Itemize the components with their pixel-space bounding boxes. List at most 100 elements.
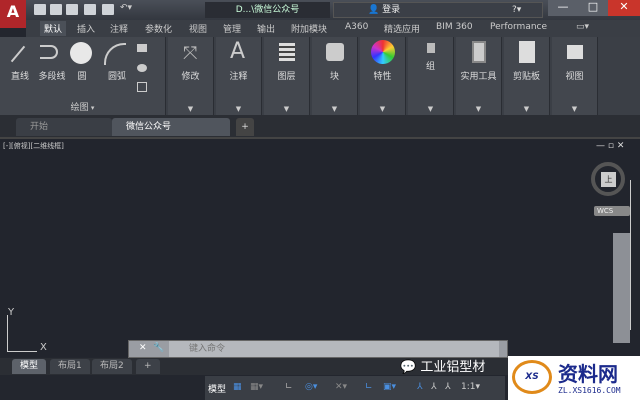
panel-clipboard[interactable]: 剪贴板 ▼ [504,37,550,115]
tab-layout2[interactable]: 布局2 [92,359,132,374]
scale-dropdown[interactable]: 1:1▾ [461,382,480,392]
tab-featured-apps[interactable]: 精选应用 [384,22,420,35]
tab-view[interactable]: 视图 [189,22,207,35]
tab-drawing[interactable]: 微信公众号 [112,118,230,136]
undo-icon[interactable]: ↶▾ [120,3,132,13]
viewport-window-controls[interactable]: — ▫ ✕ [596,141,624,151]
polyline-icon [40,45,58,59]
group-icon [427,43,435,53]
panel-modify[interactable]: ⤧ 修改 ▼ [168,37,214,115]
sign-in-area[interactable]: 👤 登录 ?▾ [333,2,543,18]
tab-annotate[interactable]: 注释 [110,22,128,35]
panel-utilities[interactable]: 实用工具 ▼ [456,37,502,115]
close-command-icon[interactable]: ✕ [139,343,147,353]
save-as-icon[interactable] [84,4,96,15]
grid-icon[interactable]: ▦ [233,382,242,392]
otrack-icon[interactable]: ∟ [365,382,373,392]
expand-icon[interactable]: ▼ [504,105,549,113]
navbar-line [630,180,631,330]
drawing-canvas[interactable] [0,137,640,357]
print-icon[interactable] [102,4,114,15]
tool-arc[interactable]: 圆弧 [97,69,137,82]
expand-icon[interactable]: ▼ [408,105,453,113]
panel-layers[interactable]: 图层 ▼ [264,37,310,115]
boundary-icon[interactable] [137,82,147,92]
tab-manage[interactable]: 管理 [223,22,241,35]
tab-parametric[interactable]: 参数化 [145,22,172,35]
new-icon[interactable] [34,4,46,15]
tab-start[interactable]: 开始 [16,118,112,136]
block-icon [326,43,344,61]
tab-performance[interactable]: Performance [490,22,547,32]
snap-icon[interactable]: ▦▾ [250,382,263,392]
polar-icon[interactable]: ◎▾ [305,382,317,392]
annotation-visibility-icon[interactable]: ⅄ [417,382,423,392]
ucs-x-axis [7,351,37,352]
modify-icon: ⤧ [183,43,198,64]
expand-icon[interactable]: ▼ [264,105,309,113]
panel-view[interactable]: 视图 ▼ [552,37,598,115]
expand-icon[interactable]: ▼ [552,105,597,113]
navigation-bar[interactable] [613,233,630,343]
model-space-button[interactable]: 模型 [208,382,226,395]
tab-layout1[interactable]: 布局1 [50,359,90,374]
expand-icon[interactable]: ▼ [168,105,213,113]
help-icon[interactable]: ?▾ [512,3,521,17]
panel-annotation[interactable]: A 注释 ▼ [216,37,262,115]
draw-panel-footer[interactable]: 绘图 ▾ [0,100,165,113]
hatch-icon[interactable] [137,64,147,72]
add-layout-button[interactable]: + [136,359,160,374]
expand-icon[interactable]: ▼ [312,105,357,113]
tab-addins[interactable]: 附加模块 [291,22,327,35]
user-icon: 👤 [368,5,383,15]
expand-icon[interactable]: ▼ [360,105,405,113]
tab-a360[interactable]: A360 [345,22,368,32]
tab-insert[interactable]: 插入 [77,22,95,35]
ortho-icon[interactable]: ∟ [285,382,293,392]
viewport-controls[interactable]: [-][俯视][二维线框] [3,141,64,151]
customize-icon[interactable]: 🔧 [153,343,164,353]
ribbon-tab-bar: 默认 插入 注释 参数化 视图 管理 输出 附加模块 A360 精选应用 BIM… [26,20,640,37]
tab-output[interactable]: 输出 [257,22,275,35]
expand-icon[interactable]: ▼ [216,105,261,113]
ucs-x-label: X [40,342,47,353]
expand-icon[interactable]: ▼ [456,105,501,113]
new-tab-button[interactable]: + [236,118,254,136]
ucs-y-label: Y [8,307,15,318]
tab-default[interactable]: 默认 [40,21,67,36]
clipboard-icon [519,41,535,63]
lineweight-icon[interactable]: ▣▾ [383,382,396,392]
tool-circle[interactable]: 圆 [62,69,102,82]
save-icon[interactable] [66,4,78,15]
autoscale-icon[interactable]: ⅄ [431,382,437,392]
viewcube[interactable]: 上 [591,162,625,196]
annotation-scale-icon[interactable]: ⅄ [445,382,451,392]
minimize-button[interactable]: — [548,0,578,16]
maximize-button[interactable]: □ [578,0,608,16]
open-icon[interactable] [50,4,62,15]
wcs-menu[interactable]: WCS [594,206,630,216]
document-tabs: 开始 微信公众号 + [0,115,640,137]
watermark-logo: XS 资料网 ZL.XS1616.COM [508,356,640,400]
text-icon: A [230,39,246,64]
sign-in-link[interactable]: 登录 [382,5,400,15]
panel-block[interactable]: 块 ▼ [312,37,358,115]
command-input[interactable] [169,341,499,357]
panel-groups[interactable]: 组 ▼ [408,37,454,115]
color-wheel-icon [371,40,395,64]
layers-icon [279,43,295,61]
draw-panel: 直线 多段线 圆 圆弧 绘图 ▾ [0,37,166,115]
tab-model[interactable]: 模型 [12,359,47,374]
tab-bim360[interactable]: BIM 360 [436,22,473,32]
osnap-icon[interactable]: ✕▾ [335,382,347,392]
circle-icon [70,42,92,64]
ribbon-options-icon[interactable]: ▭▾ [576,22,589,32]
rectangle-icon[interactable] [137,44,147,52]
calculator-icon [472,41,486,63]
document-title: D...\微信公众号 [205,2,330,18]
app-menu-button[interactable]: A [0,0,26,28]
close-button[interactable]: ✕ [608,0,640,16]
panel-properties[interactable]: 特性 ▼ [360,37,406,115]
viewcube-face[interactable]: 上 [601,172,616,187]
view-icon [567,45,583,59]
